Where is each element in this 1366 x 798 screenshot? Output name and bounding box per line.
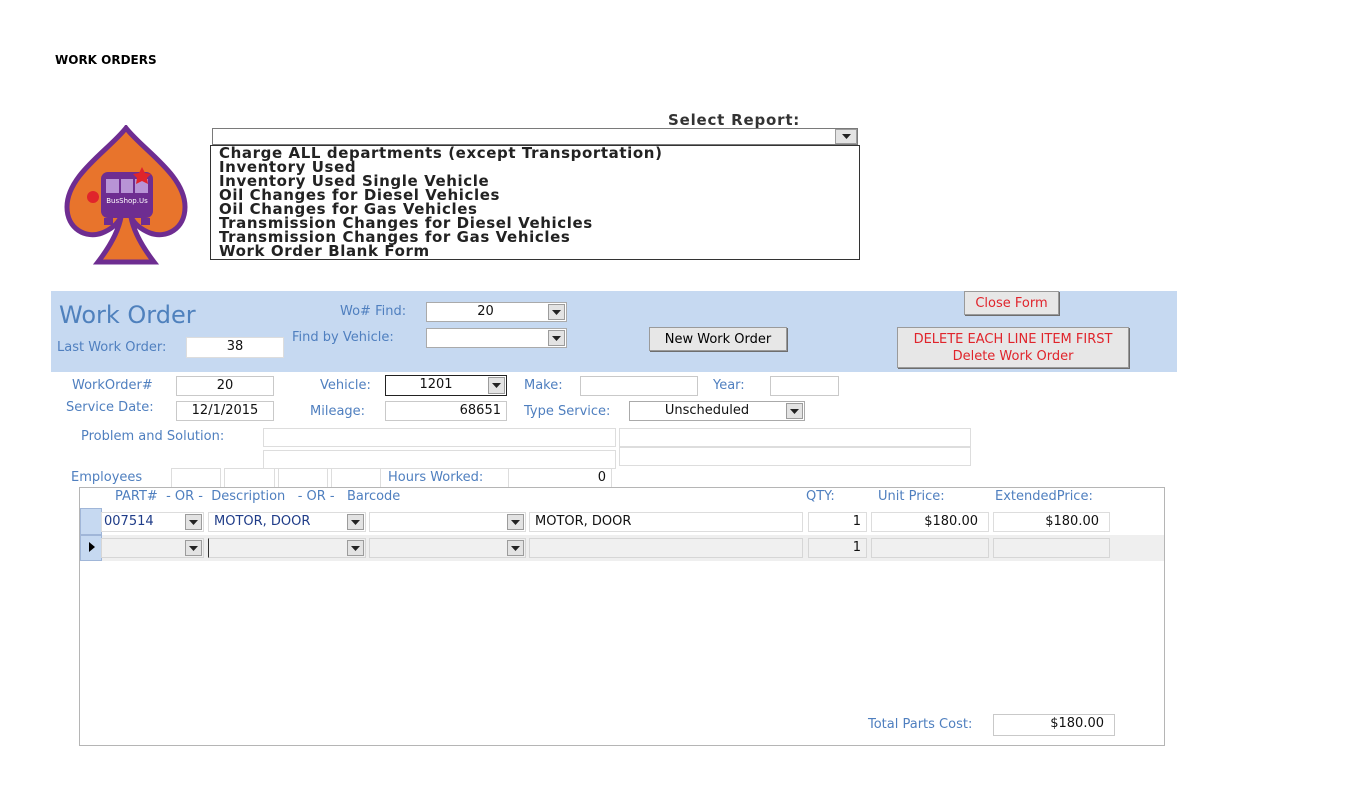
solution-notes-field[interactable]: [619, 447, 971, 466]
delete-work-order-button[interactable]: DELETE EACH LINE ITEM FIRST Delete Work …: [897, 327, 1129, 368]
year-field[interactable]: [770, 376, 839, 396]
part-number-dropdown-button[interactable]: [185, 540, 202, 556]
employee-field-2[interactable]: [224, 468, 275, 488]
busshop-logo: BusShop.Us: [64, 123, 188, 267]
service-date-field[interactable]: 12/1/2015: [176, 401, 274, 421]
form-title: Work Order: [59, 301, 196, 329]
hours-worked-field[interactable]: 0: [508, 468, 612, 488]
record-selector[interactable]: [80, 535, 102, 561]
find-by-vehicle-label: Find by Vehicle:: [292, 330, 394, 345]
close-form-button[interactable]: Close Form: [964, 291, 1059, 315]
new-work-order-label: New Work Order: [664, 331, 772, 347]
description-combo[interactable]: MOTOR, DOOR: [208, 512, 366, 532]
wo-find-value: 20: [477, 304, 494, 319]
part-description-field[interactable]: MOTOR, DOOR: [529, 512, 803, 532]
employee-field-3[interactable]: [278, 468, 328, 488]
qty-field[interactable]: 1: [808, 512, 867, 532]
select-report-combo[interactable]: [212, 128, 858, 145]
delete-work-order-label: Delete Work Order: [952, 348, 1074, 364]
parts-header-extended-price: ExtendedPrice:: [995, 489, 1093, 504]
make-field[interactable]: [580, 376, 698, 396]
description-dropdown-button[interactable]: [347, 514, 364, 530]
part-number-dropdown-button[interactable]: [185, 514, 202, 530]
close-form-label: Close Form: [975, 295, 1048, 311]
workorder-number-label: WorkOrder#: [72, 378, 153, 393]
employee-field-1[interactable]: [171, 468, 221, 488]
type-service-combo[interactable]: Unscheduled: [629, 401, 805, 421]
new-work-order-button[interactable]: New Work Order: [649, 327, 787, 351]
delete-warning-label: DELETE EACH LINE ITEM FIRST: [913, 331, 1113, 347]
part-description-field[interactable]: [529, 538, 803, 558]
problem-notes-field[interactable]: [619, 428, 971, 447]
vehicle-label: Vehicle:: [320, 378, 371, 393]
parts-header-part: PART# - OR - Description - OR - Barcode: [115, 489, 401, 504]
part-number-combo[interactable]: 007514: [101, 512, 204, 532]
wo-find-label: Wo# Find:: [340, 304, 407, 319]
total-parts-cost-label: Total Parts Cost:: [868, 717, 973, 732]
type-service-label: Type Service:: [524, 404, 611, 419]
last-work-order-field[interactable]: 38: [186, 337, 284, 358]
report-options-list: Charge ALL departments (except Transport…: [210, 145, 860, 260]
unit-price-field[interactable]: [871, 538, 989, 558]
problem-field[interactable]: [263, 428, 616, 447]
current-record-icon: [89, 542, 95, 552]
find-by-vehicle-dropdown-button[interactable]: [548, 330, 565, 346]
part-number-combo[interactable]: [101, 538, 204, 558]
vehicle-dropdown-button[interactable]: [488, 377, 505, 394]
employees-label: Employees: [71, 470, 143, 485]
description-value: MOTOR, DOOR: [214, 514, 311, 529]
make-label: Make:: [524, 378, 563, 393]
mileage-field[interactable]: 68651: [385, 401, 507, 421]
barcode-combo[interactable]: [369, 512, 526, 532]
barcode-dropdown-button[interactable]: [507, 540, 524, 556]
part-number-value: 007514: [104, 514, 154, 529]
select-report-label: Select Report:: [668, 111, 801, 129]
vehicle-combo[interactable]: 1201: [385, 375, 507, 396]
hours-worked-label: Hours Worked:: [388, 470, 484, 485]
record-selector[interactable]: [80, 508, 102, 535]
barcode-combo[interactable]: [369, 538, 526, 558]
year-label: Year:: [713, 378, 745, 393]
type-service-dropdown-button[interactable]: [786, 403, 803, 419]
problem-solution-label: Problem and Solution:: [81, 429, 225, 444]
description-dropdown-button[interactable]: [347, 540, 364, 556]
service-date-label: Service Date:: [66, 400, 154, 415]
workorder-number-field[interactable]: 20: [176, 376, 274, 396]
parts-header-qty: QTY:: [806, 489, 835, 504]
wo-find-dropdown-button[interactable]: [548, 304, 565, 320]
unit-price-field[interactable]: $180.00: [871, 512, 989, 532]
extended-price-field[interactable]: $180.00: [993, 512, 1110, 532]
employee-field-4[interactable]: [331, 468, 381, 488]
mileage-label: Mileage:: [310, 404, 366, 419]
extended-price-field[interactable]: [993, 538, 1110, 558]
description-combo[interactable]: [208, 538, 366, 558]
logo-text: BusShop.Us: [106, 197, 148, 205]
qty-field[interactable]: 1: [808, 538, 867, 558]
page-title: WORK ORDERS: [55, 53, 157, 67]
solution-field[interactable]: [263, 450, 616, 469]
parts-header-unit-price: Unit Price:: [878, 489, 945, 504]
total-parts-cost-field: $180.00: [993, 714, 1115, 736]
wo-find-combo[interactable]: 20: [426, 302, 567, 322]
barcode-dropdown-button[interactable]: [507, 514, 524, 530]
report-option[interactable]: Work Order Blank Form: [219, 244, 851, 259]
select-report-dropdown-button[interactable]: [835, 129, 857, 144]
vehicle-value: 1201: [419, 377, 453, 392]
type-service-value: Unscheduled: [664, 403, 750, 418]
last-work-order-label: Last Work Order:: [57, 340, 167, 355]
find-by-vehicle-combo[interactable]: [426, 328, 567, 348]
